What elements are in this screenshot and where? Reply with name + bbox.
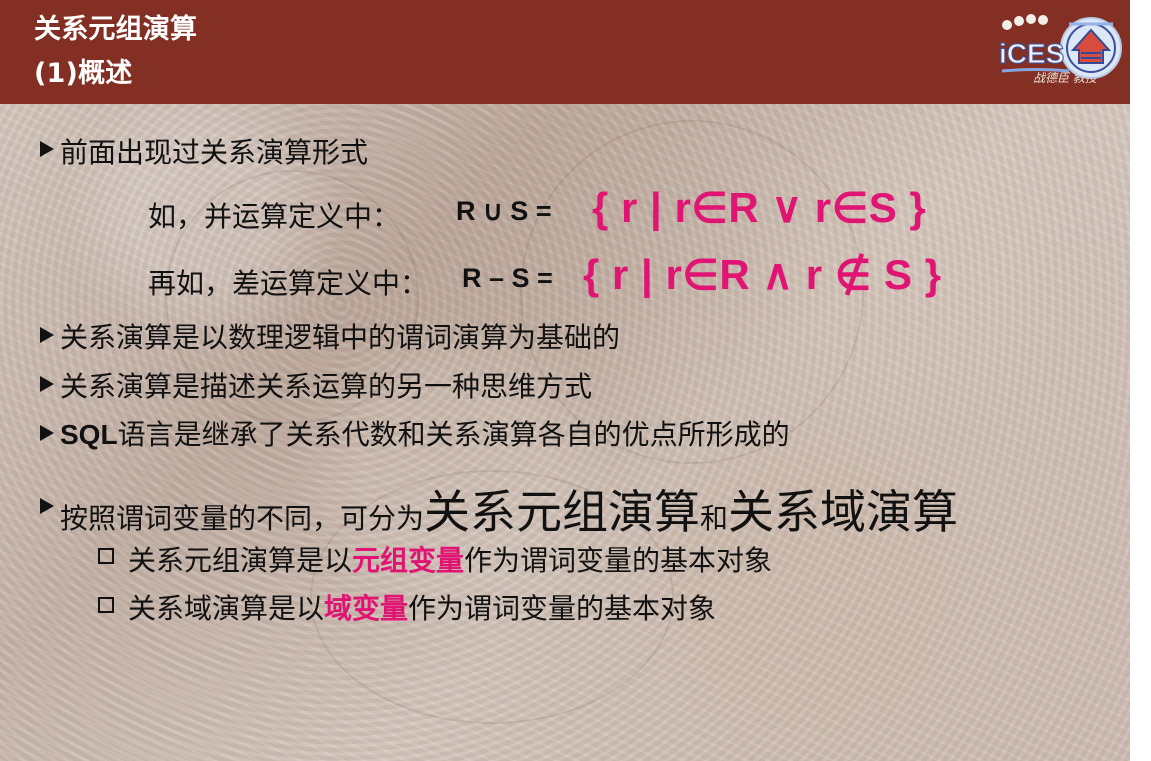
checkbox-icon xyxy=(98,548,114,564)
sub-bullet-1: 关系元组演算是以元组变量作为谓词变量的基本对象 xyxy=(128,539,772,579)
bullet-line-2: 关系演算是以数理逻辑中的谓词演算为基础的 xyxy=(60,321,621,354)
checkbox-icon xyxy=(98,597,114,613)
bullet-line-4: SQL语言是继承了关系代数和关系演算各自的优点所形成的 xyxy=(60,413,790,453)
bullet-icon xyxy=(40,376,54,392)
sub-bullet-2-prefix: 关系域演算是以 xyxy=(128,592,325,625)
sub-bullet-1-prefix: 关系元组演算是以 xyxy=(128,544,353,577)
sub-bullet-1-suffix: 作为谓词变量的基本对象 xyxy=(464,544,773,577)
sql-label: SQL xyxy=(60,419,118,450)
bullet-line-4-text: 语言是继承了关系代数和关系演算各自的优点所形成的 xyxy=(117,418,790,451)
bullet-icon xyxy=(40,141,54,157)
formula-2-left: R – S = xyxy=(462,263,553,293)
formula-1-label: 如，并运算定义中： xyxy=(148,200,401,233)
bullet-line-5: 按照谓词变量的不同，可分为关系元组演算和关系域演算 xyxy=(60,476,958,542)
domain-calculus-term: 关系域演算 xyxy=(728,485,959,539)
bullet-line-5-prefix: 按照谓词变量的不同，可分为 xyxy=(60,502,425,535)
formula-2-right: { r | r∈R ∧ r ∉ S } xyxy=(583,251,942,298)
bullet-line-5-conjunction: 和 xyxy=(700,502,729,535)
domain-variable-highlight: 域变量 xyxy=(324,592,409,625)
bullet-icon xyxy=(40,425,54,441)
bullet-line-3: 关系演算是描述关系运算的另一种思维方式 xyxy=(60,370,593,403)
formula-2-label: 再如，差运算定义中： xyxy=(148,267,429,300)
tuple-calculus-term: 关系元组演算 xyxy=(424,485,701,539)
formula-1-left: R ∪ S = xyxy=(456,196,552,226)
tuple-variable-highlight: 元组变量 xyxy=(352,544,465,577)
formula-1-right: { r | r∈R ∨ r∈S } xyxy=(592,184,927,231)
bullet-line-1: 前面出现过关系演算形式 xyxy=(60,136,369,169)
bullet-icon xyxy=(40,498,54,514)
sub-bullet-2: 关系域演算是以域变量作为谓词变量的基本对象 xyxy=(128,587,716,627)
slide: 关系元组演算 (1)概述 iCES 战德臣 教授 前面出现过关系演算形式 如，并… xyxy=(0,0,1130,761)
slide-content: 前面出现过关系演算形式 如，并运算定义中： R ∪ S = { r | r∈R … xyxy=(0,0,1130,761)
bullet-icon xyxy=(40,327,54,343)
sub-bullet-2-suffix: 作为谓词变量的基本对象 xyxy=(408,592,717,625)
